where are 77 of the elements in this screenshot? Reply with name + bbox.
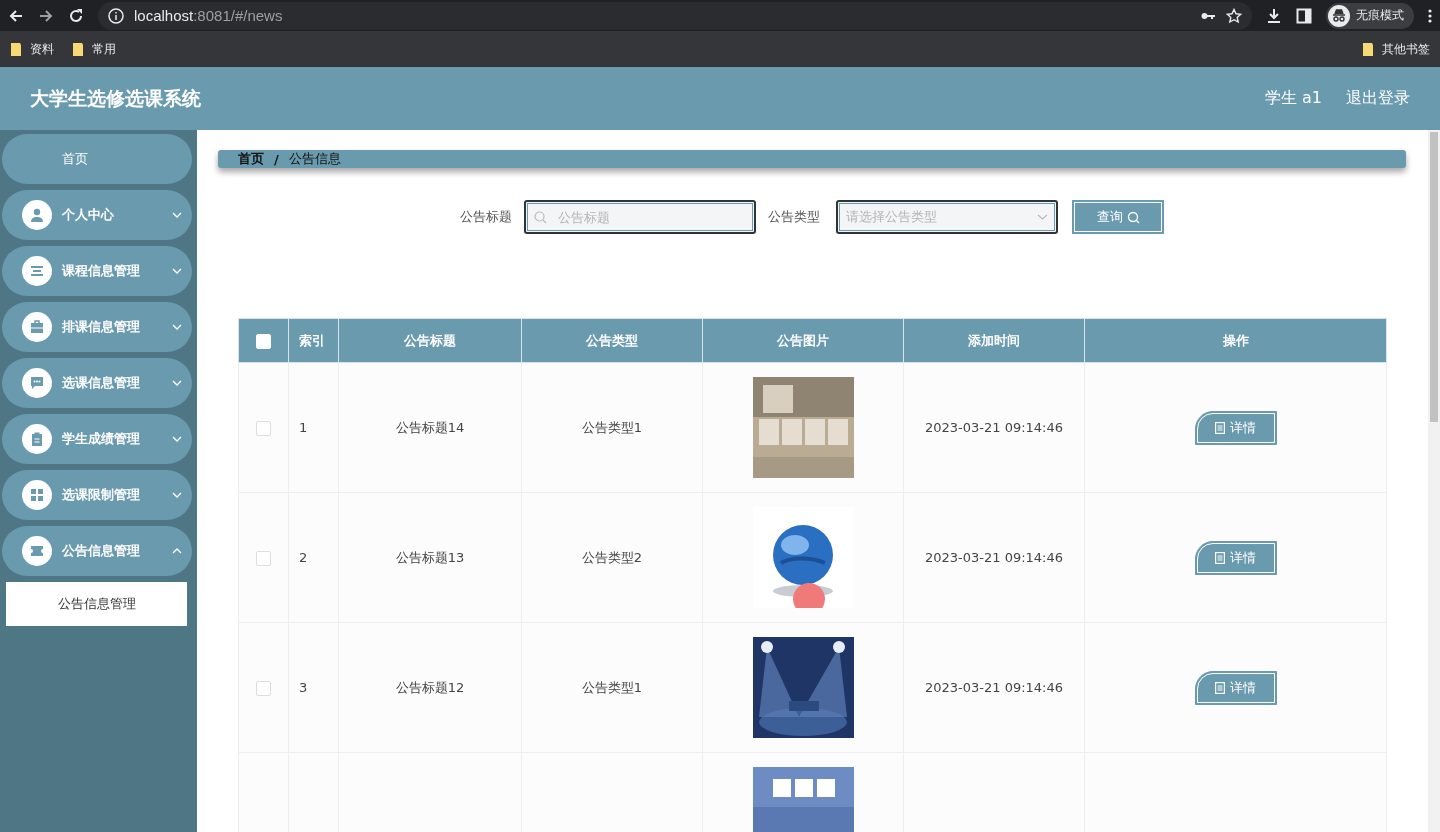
table-cell: 公告标题13 bbox=[338, 492, 522, 623]
scrollbar[interactable] bbox=[1428, 130, 1440, 832]
column-header: 索引 bbox=[288, 318, 339, 363]
more-icon[interactable] bbox=[1428, 7, 1432, 24]
document-icon bbox=[1215, 421, 1225, 434]
url-text: localhost:8081/#/news bbox=[134, 7, 283, 24]
column-header: 公告图片 bbox=[702, 318, 904, 363]
download-icon[interactable] bbox=[1266, 7, 1282, 24]
app-title: 大学生选修选课系统 bbox=[30, 85, 202, 111]
folder-icon bbox=[72, 41, 84, 57]
breadcrumb-separator: / bbox=[274, 151, 279, 167]
back-icon[interactable] bbox=[8, 7, 24, 24]
document-icon bbox=[1215, 551, 1225, 564]
breadcrumb-current: 公告信息 bbox=[288, 150, 341, 168]
table-cell: 公告类型2 bbox=[521, 492, 703, 623]
table-cell: 1 bbox=[288, 362, 339, 493]
search-icon bbox=[534, 211, 547, 224]
grid-icon bbox=[30, 488, 44, 502]
logout-link[interactable]: 退出登录 bbox=[1346, 88, 1410, 109]
ticket-icon bbox=[30, 544, 44, 558]
info-icon bbox=[108, 7, 124, 24]
table-cell: 2023-03-21 09:14:46 bbox=[903, 492, 1085, 623]
breadcrumb-link[interactable]: 首页 bbox=[238, 150, 264, 168]
details-button[interactable]: 详情 bbox=[1194, 670, 1277, 705]
address-bar[interactable]: localhost:8081/#/news bbox=[98, 1, 1252, 30]
table-cell: 公告标题14 bbox=[338, 362, 522, 493]
query-button[interactable]: 查询 bbox=[1072, 200, 1164, 234]
menu-item[interactable]: 个人中心 bbox=[2, 190, 192, 240]
row-checkbox[interactable] bbox=[256, 680, 271, 696]
details-button[interactable]: 详情 bbox=[1194, 540, 1277, 575]
search-icon bbox=[1126, 210, 1140, 224]
menu-item[interactable]: 排课信息管理 bbox=[2, 302, 192, 352]
table-cell: 3 bbox=[288, 622, 339, 753]
folder-icon bbox=[10, 41, 22, 57]
chat-icon bbox=[30, 376, 44, 390]
forward-icon[interactable] bbox=[38, 7, 54, 24]
table-cell: 2023-03-21 09:14:46 bbox=[903, 362, 1085, 493]
chevron-icon bbox=[1037, 214, 1048, 220]
incognito-icon bbox=[1328, 4, 1350, 27]
clipboard-icon bbox=[30, 432, 44, 446]
select-all-checkbox[interactable] bbox=[256, 333, 271, 349]
type-dropdown[interactable]: 请选择公告类型 bbox=[836, 200, 1058, 234]
menu-item[interactable]: 公告信息管理 bbox=[2, 526, 192, 576]
reload-icon[interactable] bbox=[68, 7, 84, 24]
table-cell: 2 bbox=[288, 492, 339, 623]
column-header: 公告类型 bbox=[521, 318, 703, 363]
submenu-item[interactable]: 公告信息管理 bbox=[6, 582, 187, 626]
column-header: 操作 bbox=[1084, 318, 1387, 363]
side-panel-icon[interactable] bbox=[1296, 7, 1312, 24]
menu-item[interactable]: 选课限制管理 bbox=[2, 470, 192, 520]
title-search-field[interactable]: 公告标题 bbox=[524, 200, 756, 234]
menu-item[interactable]: 选课信息管理 bbox=[2, 358, 192, 408]
document-icon bbox=[1215, 681, 1225, 694]
menu-item[interactable]: 学生成绩管理 bbox=[2, 414, 192, 464]
bookmark[interactable]: 其他书签 bbox=[1362, 40, 1430, 58]
profile-chip[interactable]: 无痕模式 bbox=[1326, 2, 1414, 29]
user-name: 学生 a1 bbox=[1264, 88, 1322, 109]
bookmark[interactable]: 资料 bbox=[10, 40, 54, 58]
menu-item[interactable]: 课程信息管理 bbox=[2, 246, 192, 296]
user-icon bbox=[30, 208, 44, 222]
table-cell: 公告类型1 bbox=[521, 362, 703, 493]
table-cell: 2023-03-21 09:14:46 bbox=[903, 622, 1085, 753]
field-label: 公告标题 bbox=[460, 208, 512, 226]
table-cell: 公告类型1 bbox=[521, 622, 703, 753]
details-button[interactable]: 详情 bbox=[1194, 410, 1277, 445]
star-icon[interactable] bbox=[1226, 7, 1242, 24]
folder-icon bbox=[1362, 41, 1374, 57]
field-label: 公告类型 bbox=[768, 208, 820, 226]
table-cell: 公告标题12 bbox=[338, 622, 522, 753]
briefcase-icon bbox=[30, 320, 44, 334]
row-checkbox[interactable] bbox=[256, 550, 271, 566]
list-icon bbox=[30, 264, 44, 278]
menu-item[interactable]: 首页 bbox=[2, 134, 192, 184]
bookmark[interactable]: 常用 bbox=[72, 40, 116, 58]
row-checkbox[interactable] bbox=[256, 420, 271, 436]
column-header: 添加时间 bbox=[903, 318, 1085, 363]
column-header: 公告标题 bbox=[338, 318, 522, 363]
